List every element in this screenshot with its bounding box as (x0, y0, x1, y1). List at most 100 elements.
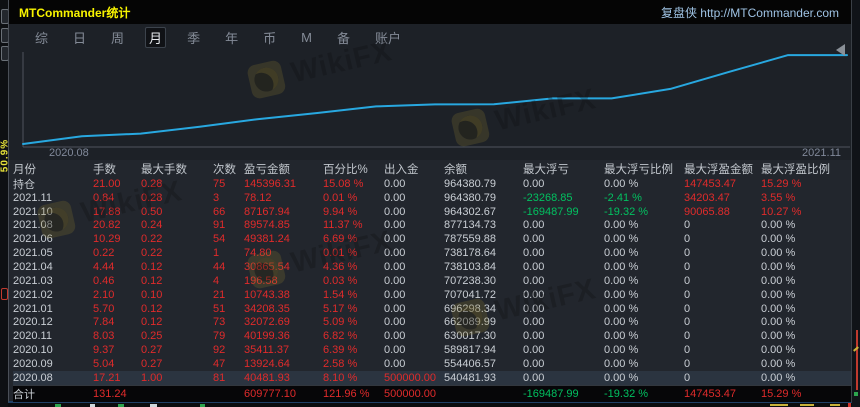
table-cell-percent: 2.58 % (323, 357, 358, 370)
table-cell-max-lots: 0.25 (141, 330, 163, 343)
table-row-2020.12[interactable]: 2020.12 7.84 0.12 73 32072.69 5.09 % 0.00 66208… (13, 315, 851, 329)
table-cell-max-float-loss-pct: 0.00 % (604, 247, 639, 260)
table-cell-max-float-profit-pct: 0.00 % (761, 344, 796, 357)
table-cell-month: 2020.09 (13, 357, 53, 370)
table-cell-percent: 0.01 % (323, 191, 358, 204)
table-cell-pnl: 145396.31 (244, 177, 296, 190)
table-cell-month: 2021.01 (13, 302, 53, 315)
table-cell-balance: 630017.30 (444, 330, 496, 343)
table-cell-max-lots: 0.22 (141, 247, 163, 260)
menu-item-nian[interactable]: 年 (221, 27, 242, 48)
background-left-edge: 50.9% (0, 0, 11, 407)
table-row-2021.02[interactable]: 2021.02 2.10 0.10 21 10743.38 1.54 % 0.00 70704… (13, 288, 851, 302)
table-row-2021.08[interactable]: 2021.08 20.82 0.24 91 89574.85 11.37 % 0.00 877… (13, 219, 851, 233)
table-cell-max-float-profit: 90065.88 (684, 205, 730, 218)
menu-item-zhanghu[interactable]: 账户 (371, 27, 405, 48)
column-header-max-float-loss-pct: 最大浮亏比例 (604, 163, 673, 176)
table-cell-deposit: 0.00 (384, 191, 406, 204)
table-row-2021.11[interactable]: 2021.11 0.84 0.28 3 78.12 0.01 % 0.00 964380.79… (13, 191, 851, 205)
table-cell-count: 21 (213, 288, 226, 301)
table-cell-deposit: 0.00 (384, 247, 406, 260)
menu-item-bi[interactable]: 币 (259, 27, 280, 48)
title-bar: MTCommander统计 复盘侠 http://MTCommander.com (9, 0, 851, 24)
background-fragment (800, 404, 814, 406)
table-cell-lots: 0.22 (93, 247, 115, 260)
table-cell-max-float-loss: 0.00 (523, 344, 545, 357)
table-cell-max-float-profit-pct: 0.00 % (761, 260, 796, 273)
table-cell-deposit: 0.00 (384, 357, 406, 370)
table-cell-max-float-profit: 0 (684, 233, 691, 246)
table-row-2021.10[interactable]: 2021.10 17.88 0.50 66 87167.94 9.94 % 0.00 9643… (13, 205, 851, 219)
table-cell-month: 2020.10 (13, 344, 53, 357)
table-cell-month: 2021.05 (13, 247, 53, 260)
table-cell-pnl: 10743.38 (244, 288, 290, 301)
table-cell-max-float-profit: 0 (684, 357, 691, 370)
menu-item-zong[interactable]: 综 (31, 27, 52, 48)
table-cell-count: 92 (213, 344, 226, 357)
background-fragment (770, 404, 788, 406)
menu-item-yue[interactable]: 月 (145, 26, 167, 48)
table-cell-max-float-profit-pct: 0.00 % (761, 302, 796, 315)
chart-scroll-arrow-icon[interactable] (836, 44, 845, 56)
table-cell-pnl: 34208.35 (244, 302, 290, 315)
table-row-2020.09[interactable]: 2020.09 5.04 0.27 47 13924.64 2.58 % 0.00 55440… (13, 357, 851, 371)
table-cell-pnl: 89574.85 (244, 219, 290, 232)
table-row-2021.06[interactable]: 2021.06 10.29 0.22 54 49381.24 6.69 % 0.00 7875… (13, 232, 851, 246)
menu-item-bei[interactable]: 备 (333, 27, 354, 48)
table-cell-month: 2020.08 (13, 371, 53, 384)
brand-link[interactable]: 复盘侠 http://MTCommander.com (661, 4, 839, 21)
table-cell-max-float-profit-pct: 0.00 % (761, 233, 796, 246)
table-cell-balance: 696298.34 (444, 302, 496, 315)
table-cell-max-float-loss-pct: -19.32 % (604, 387, 649, 400)
table-cell-percent: 9.94 % (323, 205, 358, 218)
table-cell-lots: 5.70 (93, 302, 115, 315)
table-row-total[interactable]: 合计 131.24 609777.10 121.96 % 500000.00 -16948… (13, 384, 851, 402)
table-cell-max-lots: 0.27 (141, 357, 163, 370)
table-row-持仓[interactable]: 持仓 21.00 0.28 75 145396.31 15.08 % 0.00 964380.… (13, 177, 851, 191)
table-cell-max-float-profit-pct: 15.29 % (761, 177, 802, 190)
menu-item-ri[interactable]: 日 (69, 27, 90, 48)
table-cell-pnl: 49381.24 (244, 233, 290, 246)
table-cell-percent: 4.36 % (323, 260, 358, 273)
table-cell-pnl: 32072.69 (244, 316, 290, 329)
table-cell-deposit: 0.00 (384, 233, 406, 246)
menu-item-ji[interactable]: 季 (183, 27, 204, 48)
table-cell-percent: 6.82 % (323, 330, 358, 343)
table-cell-percent: 121.96 % (323, 387, 370, 400)
table-body: 持仓 21.00 0.28 75 145396.31 15.08 % 0.00 964380.… (13, 177, 851, 385)
table-cell-max-float-loss-pct: 0.00 % (604, 177, 639, 190)
table-row-2021.01[interactable]: 2021.01 5.70 0.12 51 34208.35 5.17 % 0.00 69629… (13, 302, 851, 316)
menu-bar: 综日周月季年币 M 备账户 (9, 24, 851, 50)
table-cell-max-lots: 0.24 (141, 219, 163, 232)
table-cell-pnl: 609777.10 (244, 387, 296, 400)
table-cell-max-float-loss-pct: 0.00 % (604, 330, 639, 343)
menu-item-m[interactable]: M (297, 29, 316, 46)
table-cell-deposit: 0.00 (384, 219, 406, 232)
table-cell-max-float-profit-pct: 0.00 % (761, 371, 796, 384)
table-cell-max-float-profit: 34203.47 (684, 191, 730, 204)
table-cell-count: 66 (213, 205, 226, 218)
table-cell-max-lots: 0.50 (141, 205, 163, 218)
table-cell-max-lots: 0.12 (141, 302, 163, 315)
table-cell-lots: 20.82 (93, 219, 121, 232)
table-cell-max-float-profit-pct: 3.55 % (761, 191, 796, 204)
table-row-2020.08[interactable]: 2020.08 17.21 1.00 81 40481.93 8.10 % 500000.0… (13, 370, 851, 385)
table-cell-lots: 4.44 (93, 260, 115, 273)
table-cell-balance: 964302.67 (444, 205, 496, 218)
table-cell-max-float-profit: 147453.47 (684, 177, 736, 190)
table-cell-max-float-loss: 0.00 (523, 274, 545, 287)
table-cell-percent: 0.01 % (323, 247, 358, 260)
table-cell-percent: 6.69 % (323, 233, 358, 246)
table-cell-count: 81 (213, 371, 226, 384)
table-row-2020.10[interactable]: 2020.10 9.37 0.27 92 35411.37 6.39 % 0.00 58981… (13, 343, 851, 357)
table-row-2021.04[interactable]: 2021.04 4.44 0.12 44 30865.54 4.36 % 0.00 73810… (13, 260, 851, 274)
table-cell-deposit: 0.00 (384, 302, 406, 315)
table-cell-max-lots: 0.28 (141, 191, 163, 204)
table-row-2021.03[interactable]: 2021.03 0.46 0.12 4 196.58 0.03 % 0.00 707238.3… (13, 274, 851, 288)
table-cell-max-float-profit: 0 (684, 274, 691, 287)
table-cell-month: 2021.03 (13, 274, 53, 287)
table-row-2021.05[interactable]: 2021.05 0.22 0.22 1 74.80 0.01 % 0.00 738178.64… (13, 246, 851, 260)
menu-item-zhou[interactable]: 周 (107, 27, 128, 48)
table-row-2020.11[interactable]: 2020.11 8.03 0.25 79 40199.36 6.82 % 0.00 63001… (13, 329, 851, 343)
table-cell-balance: 589817.94 (444, 344, 496, 357)
